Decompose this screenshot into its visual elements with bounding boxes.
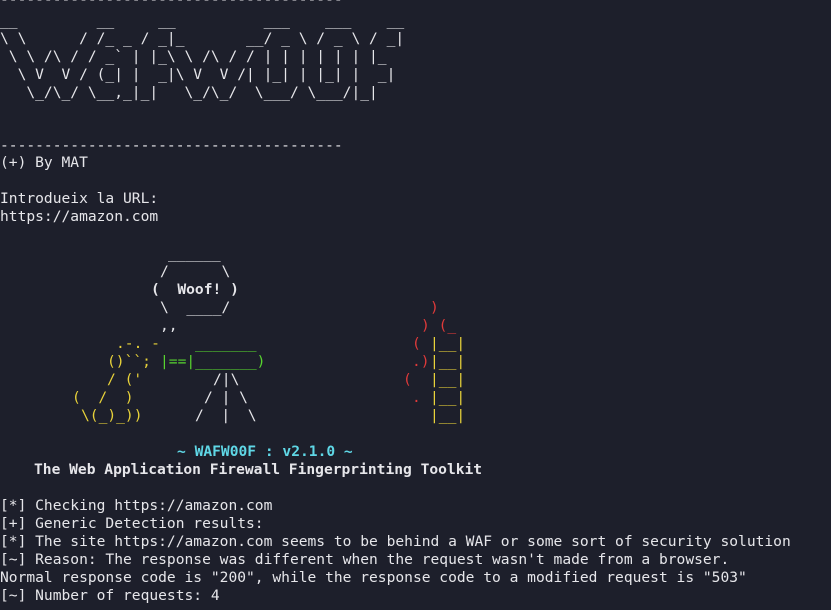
dog-art-line: / (' [107, 371, 143, 388]
bubble-line: \ ____/ [160, 299, 231, 316]
gun-art-top: _______ [195, 335, 257, 352]
banner-rule-top: --------------------------------------- [0, 0, 343, 9]
dog-art-line: .-. - [116, 335, 160, 352]
credit-line: (+) By MAT [0, 154, 88, 171]
flame-art: ( [412, 335, 421, 352]
flame-art: .) [412, 353, 430, 370]
output-line: [~] Reason: The response was different w… [0, 551, 730, 568]
wall-art: |__| [430, 335, 466, 352]
dog-art-line: ( / ) [72, 389, 134, 406]
logo-line: \ \ / /_ _ / _|_ __/ _ \ / _ \ / _| [0, 30, 405, 47]
dog-art-line: \(_)_)) [81, 407, 143, 424]
output-line: [+] Generic Detection results: [0, 515, 264, 532]
wall-art: |__| [430, 389, 466, 406]
tripod-art-line: / | \ [195, 407, 257, 424]
output-line: Normal response code is "200", while the… [0, 569, 747, 586]
banner-rule-bottom: --------------------------------------- [0, 137, 343, 154]
flame-art: ) [430, 299, 439, 316]
output-line: [*] Checking https://amazon.com [0, 497, 273, 514]
bubble-tail: ,, [160, 317, 178, 334]
bubble-top: ______ [168, 245, 221, 262]
flame-art: ) (_ [421, 317, 457, 334]
url-prompt-label: Introdueix la URL: [0, 190, 159, 207]
logo-line: __ __ __ ___ ___ __ [0, 12, 405, 29]
wall-art: |__| [430, 353, 466, 370]
tripod-art-line: / | \ [204, 389, 248, 406]
flame-art: . [412, 389, 421, 406]
logo-line: \ V V / (_| | _|\ V V /| |_| | |_| | _| [0, 66, 396, 83]
dog-art-line: ()``; [107, 353, 151, 370]
url-input-value: https://amazon.com [0, 208, 159, 225]
logo-line: \ \ /\ / / _` | |_\ \ /\ / / | | | | | |… [0, 48, 387, 65]
logo-line: \_/\_/ \__,_|_| \_/\_/ \___/ \___/|_| [0, 84, 378, 101]
wall-art: |__| [430, 407, 466, 424]
flame-art: ( [403, 371, 412, 388]
version-line: ~ WAFW00F : v2.1.0 ~ [177, 443, 353, 460]
bubble-line: / \ [160, 263, 231, 280]
output-line: [~] Number of requests: 4 [0, 587, 220, 604]
wall-art: |__| [430, 371, 466, 388]
terminal-window[interactable]: --------------------------------------- … [0, 0, 831, 610]
toolkit-subtitle: The Web Application Firewall Fingerprint… [34, 461, 483, 478]
gun-art-barrel: |==|_______) [160, 353, 266, 370]
bubble-woof: ( Woof! ) [151, 281, 239, 298]
tripod-art-line: /|\ [213, 371, 240, 388]
output-line: [*] The site https://amazon.com seems to… [0, 533, 791, 550]
